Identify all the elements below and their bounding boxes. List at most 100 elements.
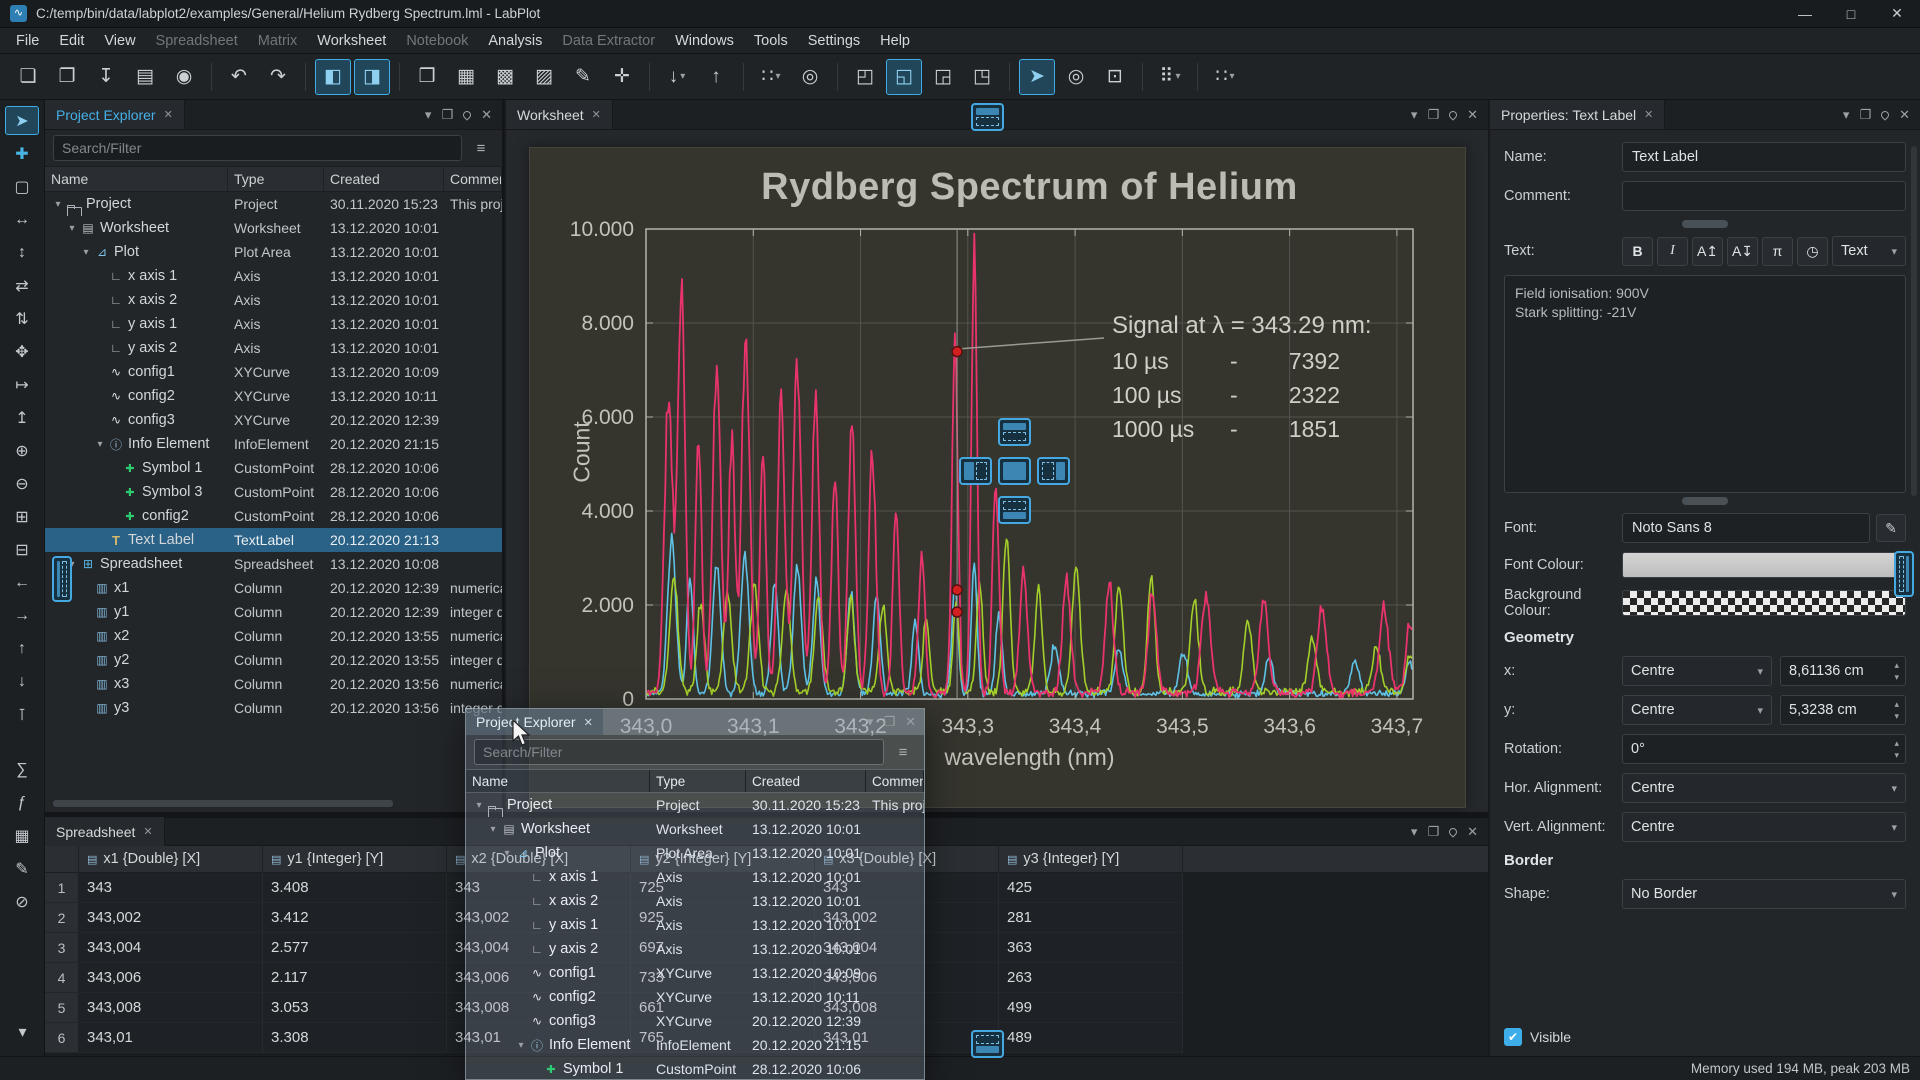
cursor-tool[interactable]: ⊺: [5, 700, 39, 729]
background-colour-swatch[interactable]: [1622, 590, 1906, 616]
info-element-label[interactable]: Signal at λ = 343.29 nm: 10 µs-7392100 µ…: [1112, 312, 1412, 446]
y-offset-spinbox[interactable]: 5,3238 cm ▴▾: [1780, 695, 1906, 725]
rotation-spinbox[interactable]: 0° ▴▾: [1622, 734, 1906, 764]
layout-left-button[interactable]: ◰: [847, 59, 883, 95]
navigate-tool[interactable]: ✚: [5, 139, 39, 168]
menu-data-extractor[interactable]: Data Extractor: [552, 30, 665, 52]
dock-close-button[interactable]: ✕: [1467, 107, 1478, 123]
tree-item-x-axis-2[interactable]: ∟x axis 2Axis13.12.2020 10:01: [466, 889, 924, 913]
dock-float-button[interactable]: ❐: [1427, 824, 1439, 840]
floating-project-explorer[interactable]: Project Explorer ✕ ▾❐✕ ≡ NameTypeCreated…: [465, 708, 925, 1080]
export-button[interactable]: ↑: [698, 59, 734, 95]
tree-item-symbol-1[interactable]: ✚Symbol 1CustomPoint28.12.2020 10:06: [466, 1057, 924, 1080]
magnify-button[interactable]: ◎: [792, 59, 828, 95]
box-select-button[interactable]: ∷▾: [753, 59, 789, 95]
floating-title-bar[interactable]: Project Explorer ✕ ▾ ❐ ✕: [466, 709, 924, 735]
expander-icon[interactable]: ▾: [500, 848, 514, 859]
zoom-out-tool[interactable]: ⊖: [5, 469, 39, 498]
cell-r4-c1[interactable]: 343,006: [79, 963, 263, 993]
menu-edit[interactable]: Edit: [49, 30, 94, 52]
auto-scale-y-tool[interactable]: ↥: [5, 403, 39, 432]
drop-indicator-outer-top[interactable]: [971, 103, 1004, 131]
x-position-select[interactable]: Centre▾: [1622, 656, 1772, 686]
text-mode-select[interactable]: Text ▾: [1832, 236, 1906, 266]
drop-indicator-bottom[interactable]: [998, 496, 1031, 524]
dock-pin-button[interactable]: [463, 111, 471, 119]
column-header-6[interactable]: ▤y3 {Integer} [Y]: [999, 846, 1183, 872]
row-number[interactable]: 2: [45, 903, 79, 933]
menu-worksheet[interactable]: Worksheet: [307, 30, 396, 52]
dock-float-button[interactable]: ❐: [441, 107, 453, 123]
expander-icon[interactable]: ▾: [486, 824, 500, 835]
curve-config3-1000us[interactable]: [646, 539, 1412, 696]
font-picker-button[interactable]: ✎: [1876, 514, 1906, 542]
tree-item-text-label[interactable]: TText LabelTextLabel20.12.2020 21:13: [45, 528, 502, 552]
cell-r5-c1[interactable]: 343,008: [79, 993, 263, 1023]
floating-tab-project-explorer[interactable]: Project Explorer ✕: [466, 709, 603, 735]
tree-item-plot[interactable]: ▾⊿PlotPlot Area13.12.2020 10:01: [466, 841, 924, 865]
column-header-commen[interactable]: Commen: [444, 167, 502, 191]
tab-worksheet[interactable]: Worksheet ✕: [506, 100, 613, 129]
drop-indicator-outer-right[interactable]: [1894, 551, 1914, 597]
clear-tool[interactable]: ⊘: [5, 887, 39, 916]
comment-field[interactable]: [1622, 181, 1906, 211]
tree-item-y-axis-2[interactable]: ∟y axis 2Axis13.12.2020 10:01: [45, 336, 502, 360]
tree-item-x2[interactable]: ▥x2Column20.12.2020 13:55numerical: [45, 624, 502, 648]
cell-r4-c2[interactable]: 2.117: [263, 963, 447, 993]
tree-item-project[interactable]: ▾ProjectProject30.11.2020 15:23This proj…: [466, 793, 924, 817]
cell-r2-c6[interactable]: 281: [999, 903, 1183, 933]
dock-menu-button[interactable]: ▾: [867, 714, 874, 730]
dock-menu-button[interactable]: ▾: [425, 107, 432, 123]
edit-tool[interactable]: ✎: [5, 854, 39, 883]
curve-config2-100us[interactable]: [646, 533, 1412, 697]
tab-close-icon[interactable]: ✕: [592, 108, 601, 121]
drop-indicator-left[interactable]: [959, 457, 992, 485]
new-worksheet-button[interactable]: ▨: [526, 59, 562, 95]
new-datapicker-button[interactable]: ✛: [604, 59, 640, 95]
visible-checkbox[interactable]: ✔: [1504, 1028, 1522, 1046]
import-data-button[interactable]: ↓▾: [659, 59, 695, 95]
insert-symbol-button[interactable]: π: [1762, 237, 1793, 266]
tree-item-worksheet[interactable]: ▾▤WorksheetWorksheet13.12.2020 10:01: [45, 216, 502, 240]
layout-close-button[interactable]: ◳: [964, 59, 1000, 95]
tree-item-info-element[interactable]: ▾ⓘInfo ElementInfoElement20.12.2020 21:1…: [466, 1033, 924, 1057]
info-element-marker-2[interactable]: [952, 585, 962, 595]
zone-mode-button[interactable]: ∷▾: [1207, 59, 1243, 95]
tree-item-project[interactable]: ▾ProjectProject30.11.2020 15:23This proj…: [45, 192, 502, 216]
cell-r3-c2[interactable]: 2.577: [263, 933, 447, 963]
tree-item-config2[interactable]: ∿config2XYCurve13.12.2020 10:11: [45, 384, 502, 408]
menu-view[interactable]: View: [94, 30, 145, 52]
print-preview-button[interactable]: ◉: [166, 59, 202, 95]
shift-x-tool[interactable]: ⇄: [5, 271, 39, 300]
tree-item-x-axis-1[interactable]: ∟x axis 1Axis13.12.2020 10:01: [466, 865, 924, 889]
tree-item-y3[interactable]: ▥y3Column20.12.2020 13:56integer da: [45, 696, 502, 720]
tab-spreadsheet[interactable]: Spreadsheet ✕: [45, 817, 165, 846]
dock-menu-button[interactable]: ▾: [1411, 824, 1418, 840]
crosshair-mode-button[interactable]: ◎: [1058, 59, 1094, 95]
zoom-y-select-tool[interactable]: ↕: [5, 238, 39, 267]
undo-button[interactable]: ↶: [221, 59, 257, 95]
grid-tool[interactable]: ▦: [5, 821, 39, 850]
insert-datetime-button[interactable]: ◷: [1797, 237, 1828, 266]
tree-item-symbol-1[interactable]: ✚Symbol 1CustomPoint28.12.2020 10:06: [45, 456, 502, 480]
expander-icon[interactable]: ▾: [93, 439, 107, 450]
more-tools-button[interactable]: ▾: [6, 1017, 40, 1046]
tree-item-y2[interactable]: ▥y2Column20.12.2020 13:55integer da: [45, 648, 502, 672]
cell-r3-c6[interactable]: 363: [999, 933, 1183, 963]
drop-indicator-center[interactable]: [998, 457, 1031, 485]
cell-r6-c1[interactable]: 343,01: [79, 1023, 263, 1053]
drop-indicator-top[interactable]: [998, 418, 1031, 446]
shift-right-x-tool[interactable]: →: [5, 601, 39, 630]
dock-float-button[interactable]: ❐: [1859, 107, 1871, 123]
row-number[interactable]: 3: [45, 933, 79, 963]
cell-r2-c2[interactable]: 3.412: [263, 903, 447, 933]
tab-close-icon[interactable]: ✕: [584, 716, 593, 729]
column-header-name[interactable]: Name: [45, 167, 228, 191]
menu-analysis[interactable]: Analysis: [478, 30, 552, 52]
column-header-name[interactable]: Name: [466, 770, 650, 792]
horizontal-scrollbar[interactable]: [53, 800, 393, 807]
print-button[interactable]: ▤: [127, 59, 163, 95]
dock-float-button[interactable]: ❐: [883, 714, 895, 730]
cell-r4-c6[interactable]: 263: [999, 963, 1183, 993]
tree-item-info-element[interactable]: ▾ⓘInfo ElementInfoElement20.12.2020 21:1…: [45, 432, 502, 456]
